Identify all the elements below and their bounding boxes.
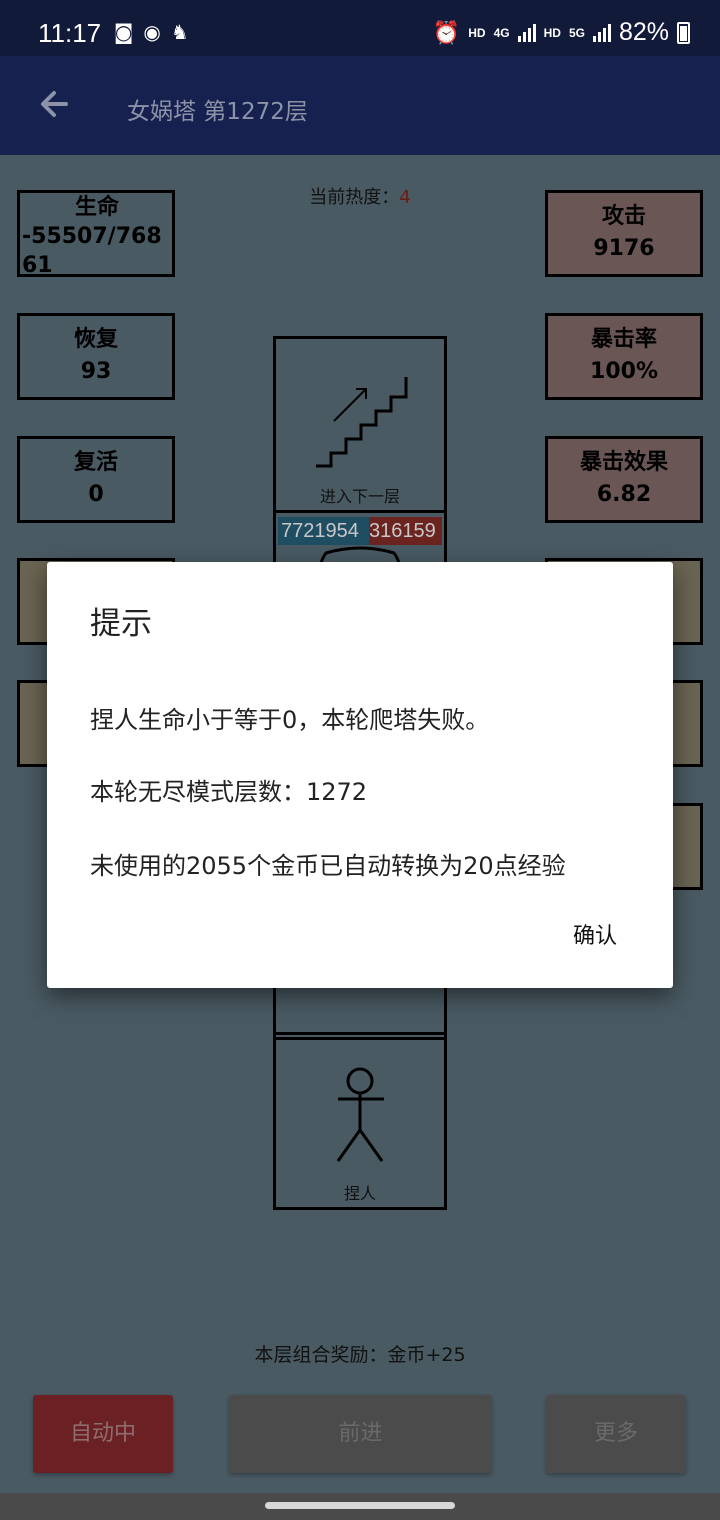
confirm-button[interactable]: 确认	[573, 918, 617, 950]
alarm-icon: ⏰	[432, 19, 461, 45]
app-bar: 女娲塔 第1272层	[0, 56, 720, 155]
stat-hp: 生命 -55507/76861	[17, 190, 175, 277]
stick-figure-icon	[336, 1067, 384, 1162]
game-icon: ◙	[114, 20, 134, 44]
enemy-hp-left: 7721954	[278, 517, 369, 545]
stat-label: 暴击效果	[579, 450, 668, 475]
stat-label: 暴击率	[590, 327, 657, 352]
dialog-message-gold: 未使用的2055个金币已自动转换为20点经验	[90, 852, 566, 880]
dialog-message-floors: 本轮无尽模式层数：1272	[90, 778, 368, 806]
battery-icon	[677, 21, 690, 44]
auto-button[interactable]: 自动中	[33, 1395, 173, 1473]
heat-value: 4	[399, 187, 411, 208]
stat-regen: 恢复 93	[17, 313, 175, 400]
status-time: 11:17	[38, 18, 102, 48]
forward-button[interactable]: 前进	[229, 1395, 492, 1473]
home-gesture-bar[interactable]	[265, 1502, 455, 1509]
tower-cell-player[interactable]: 捏人	[273, 1032, 447, 1210]
more-button[interactable]: 更多	[546, 1395, 686, 1473]
stairs-label: 进入下一层	[319, 487, 400, 506]
stat-value: 9176	[593, 236, 655, 261]
stat-value: 0	[88, 482, 104, 507]
notification-icons: ◙ ◉ ♞	[114, 20, 189, 44]
net1-gen: 4G	[493, 25, 510, 40]
system-nav-bar	[0, 1493, 720, 1520]
stat-value: 93	[80, 359, 112, 384]
page-title: 女娲塔 第1272层	[127, 99, 308, 125]
enemy-hp-bar: 7721954 316159	[278, 517, 442, 545]
stat-value: 6.82	[596, 482, 652, 507]
signal-icon	[517, 23, 536, 42]
status-bar: 11:17 ◙ ◉ ♞ ⏰ HD 4G HD 5G 82%	[0, 0, 720, 56]
stat-label: 攻击	[601, 204, 646, 229]
stat-crit-rate: 暴击率 100%	[545, 313, 703, 400]
weibo-icon: ◉	[143, 20, 161, 44]
stat-label: 恢复	[73, 327, 118, 352]
dialog-title: 提示	[90, 606, 152, 642]
dialog-message-fail: 捏人生命小于等于0，本轮爬塔失败。	[90, 706, 490, 734]
alert-dialog: 提示 捏人生命小于等于0，本轮爬塔失败。 本轮无尽模式层数：1272 未使用的2…	[47, 562, 673, 988]
stat-label: 复活	[73, 450, 118, 475]
stat-crit-effect: 暴击效果 6.82	[545, 436, 703, 523]
stat-value: -55507/76861	[22, 224, 162, 277]
signal-icon-2	[592, 23, 611, 42]
net1-hd: HD	[468, 25, 486, 40]
tower-cell-stairs[interactable]: 进入下一层	[273, 336, 447, 513]
player-label: 捏人	[343, 1184, 376, 1203]
battery-percent: 82%	[618, 18, 669, 46]
app-notification-icon: ♞	[170, 20, 189, 44]
stat-attack: 攻击 9176	[545, 190, 703, 277]
stat-revive: 复活 0	[17, 436, 175, 523]
net2-hd: HD	[543, 25, 561, 40]
combo-reward: 本层组合奖励：金币+25	[254, 1344, 466, 1366]
stat-label: 生命	[74, 195, 119, 220]
net2-gen: 5G	[568, 25, 585, 40]
enemy-hp-right: 316159	[369, 517, 442, 545]
heat-label: 当前热度：	[309, 187, 400, 208]
stat-value: 100%	[590, 359, 658, 384]
stairs-icon	[316, 377, 408, 468]
status-right: ⏰ HD 4G HD 5G 82%	[433, 18, 690, 47]
back-arrow-icon[interactable]	[36, 84, 76, 124]
